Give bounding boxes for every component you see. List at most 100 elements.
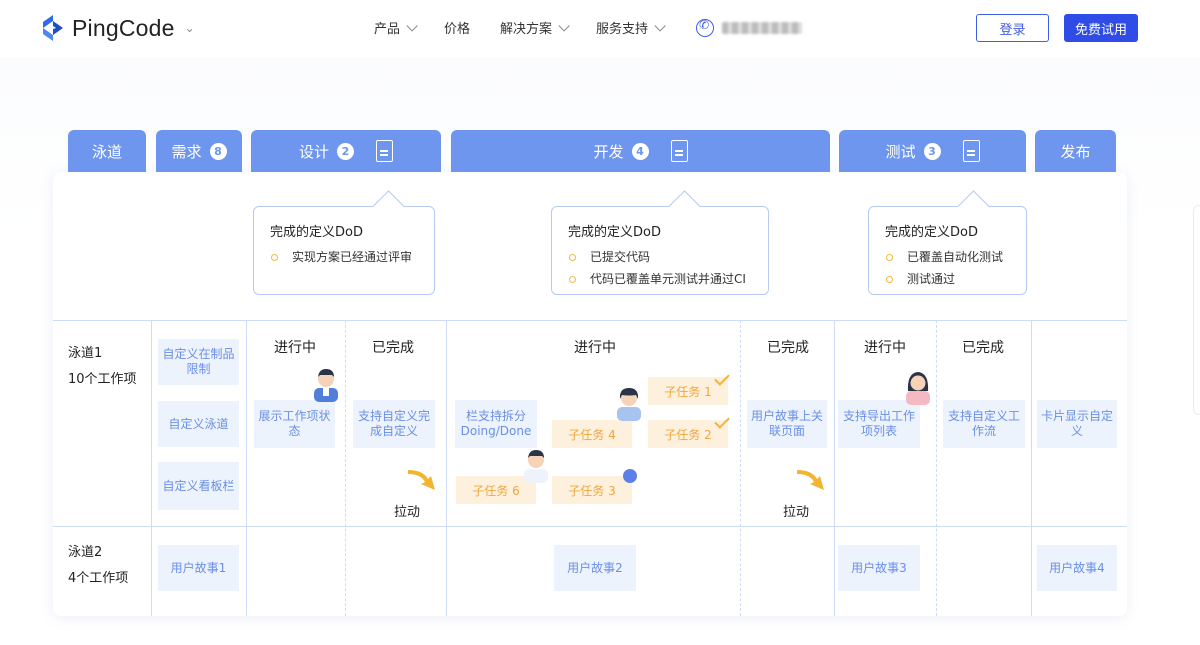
work-item-card[interactable]: 展示工作项状态: [254, 400, 335, 448]
document-icon[interactable]: [963, 140, 980, 162]
work-item-card[interactable]: 用户故事3: [838, 545, 920, 591]
free-trial-button[interactable]: 免费试用: [1064, 14, 1138, 42]
status-doing-dev: 进行中: [574, 337, 616, 357]
chevron-down-icon: [406, 20, 417, 31]
work-item-card[interactable]: 卡片显示自定义: [1037, 400, 1117, 448]
drag-handle-icon[interactable]: [623, 469, 637, 483]
column-title: 测试: [885, 141, 915, 162]
grid-line-dashed: [740, 320, 741, 616]
work-item-card[interactable]: 支持自定义工作流: [943, 400, 1025, 448]
main-menu: 产品 价格 解决方案 服务支持: [374, 18, 802, 37]
status-done-dev: 已完成: [767, 337, 809, 357]
phone-contact[interactable]: [696, 19, 802, 37]
column-header-dev: 开发 4: [451, 130, 830, 172]
dod-title: 完成的定义DoD: [568, 221, 752, 240]
dod-item: 已提交代码: [568, 246, 752, 268]
column-header-lane: 泳道: [68, 130, 146, 172]
work-item-card[interactable]: 自定义泳道: [158, 401, 239, 447]
subtask-card[interactable]: 子任务 4: [552, 420, 632, 448]
menu-label: 解决方案: [500, 18, 552, 37]
count-badge: 8: [210, 143, 227, 160]
grid-line: [834, 320, 835, 616]
grid-line: [53, 320, 1127, 321]
grid-line: [151, 320, 152, 616]
work-item-card[interactable]: 用户故事4: [1037, 545, 1117, 591]
pull-arrow-icon: [405, 468, 439, 498]
document-icon[interactable]: [376, 140, 393, 162]
lane-name: 泳道1: [68, 341, 137, 367]
grid-line: [1031, 320, 1032, 616]
brand-name: PingCode: [72, 15, 175, 42]
dod-item: 已覆盖自动化测试: [885, 246, 1010, 268]
pull-label: 拉动: [783, 501, 809, 520]
bullet-icon: [569, 254, 576, 261]
column-title: 开发: [593, 141, 623, 162]
count-badge: 3: [924, 143, 941, 160]
menu-support[interactable]: 服务支持: [596, 18, 662, 37]
document-icon[interactable]: [671, 140, 688, 162]
column-title: 泳道: [92, 141, 122, 162]
pingcode-logo-icon: [40, 14, 66, 42]
work-item-card[interactable]: 自定义看板栏: [158, 462, 239, 510]
grid-line: [446, 320, 447, 616]
work-item-card[interactable]: 支持导出工作项列表: [838, 400, 920, 448]
menu-label: 服务支持: [596, 18, 648, 37]
work-item-card[interactable]: 用户故事上关联页面: [747, 400, 827, 448]
work-item-card[interactable]: 用户故事1: [158, 545, 239, 591]
lane-count: 10个工作项: [68, 367, 137, 393]
avatar-woman-icon: [903, 369, 933, 405]
menu-label: 产品: [374, 18, 400, 37]
column-header-test: 测试 3: [839, 130, 1026, 172]
work-item-card[interactable]: 自定义在制品限制: [158, 339, 239, 385]
menu-pricing[interactable]: 价格: [444, 18, 470, 37]
bullet-icon: [271, 254, 278, 261]
status-doing-test: 进行中: [864, 337, 906, 357]
column-header-design: 设计 2: [251, 130, 441, 172]
pull-arrow-icon: [794, 468, 828, 498]
column-title: 需求: [171, 141, 201, 162]
dod-title: 完成的定义DoD: [270, 221, 418, 240]
column-title: 发布: [1060, 141, 1090, 162]
work-item-card[interactable]: 栏支持拆分Doing/Done: [455, 400, 537, 448]
phone-number-redacted: [722, 22, 802, 34]
login-button[interactable]: 登录: [976, 14, 1049, 42]
avatar-man-icon: [311, 366, 341, 402]
lane-name: 泳道2: [68, 540, 128, 566]
subtask-card[interactable]: 子任务 3: [552, 476, 632, 504]
bullet-icon: [569, 276, 576, 283]
avatar-woman-icon: [614, 385, 644, 421]
dod-popover-test: 完成的定义DoD 已覆盖自动化测试 测试通过: [868, 206, 1027, 295]
menu-products[interactable]: 产品: [374, 18, 414, 37]
status-done-test: 已完成: [962, 337, 1004, 357]
bullet-icon: [886, 254, 893, 261]
dod-item: 代码已覆盖单元测试并通过CI: [568, 268, 752, 290]
lane-label-2: 泳道2 4个工作项: [68, 540, 128, 592]
lane-label-1: 泳道1 10个工作项: [68, 341, 137, 393]
status-done-design: 已完成: [372, 337, 414, 357]
avatar-man-icon: [521, 447, 551, 483]
grid-line-dashed: [345, 320, 346, 616]
count-badge: 4: [632, 143, 649, 160]
phone-icon: [696, 19, 714, 37]
chevron-down-icon: [559, 20, 570, 31]
dod-item: 实现方案已经通过评审: [270, 246, 418, 268]
work-item-card[interactable]: 用户故事2: [554, 545, 636, 591]
grid-line: [246, 320, 247, 616]
chevron-down-icon[interactable]: ⌄: [185, 21, 195, 35]
brand-logo[interactable]: PingCode ⌄: [40, 13, 195, 43]
work-item-card[interactable]: 支持自定义完成自定义: [353, 400, 435, 448]
menu-solutions[interactable]: 解决方案: [500, 18, 566, 37]
menu-label: 价格: [444, 18, 470, 37]
dod-item: 测试通过: [885, 268, 1010, 290]
dod-popover-dev: 完成的定义DoD 已提交代码 代码已覆盖单元测试并通过CI: [551, 206, 769, 295]
top-nav: PingCode ⌄ 产品 价格 解决方案 服务支持 登录 免费试用: [0, 0, 1200, 57]
bullet-icon: [886, 276, 893, 283]
count-badge: 2: [337, 143, 354, 160]
pull-label: 拉动: [394, 501, 420, 520]
column-header-release: 发布: [1035, 130, 1116, 172]
column-title: 设计: [299, 141, 329, 162]
side-panel-edge: [1193, 205, 1200, 415]
chevron-down-icon: [655, 20, 666, 31]
status-doing-design: 进行中: [274, 337, 316, 357]
column-header-demand: 需求 8: [156, 130, 242, 172]
